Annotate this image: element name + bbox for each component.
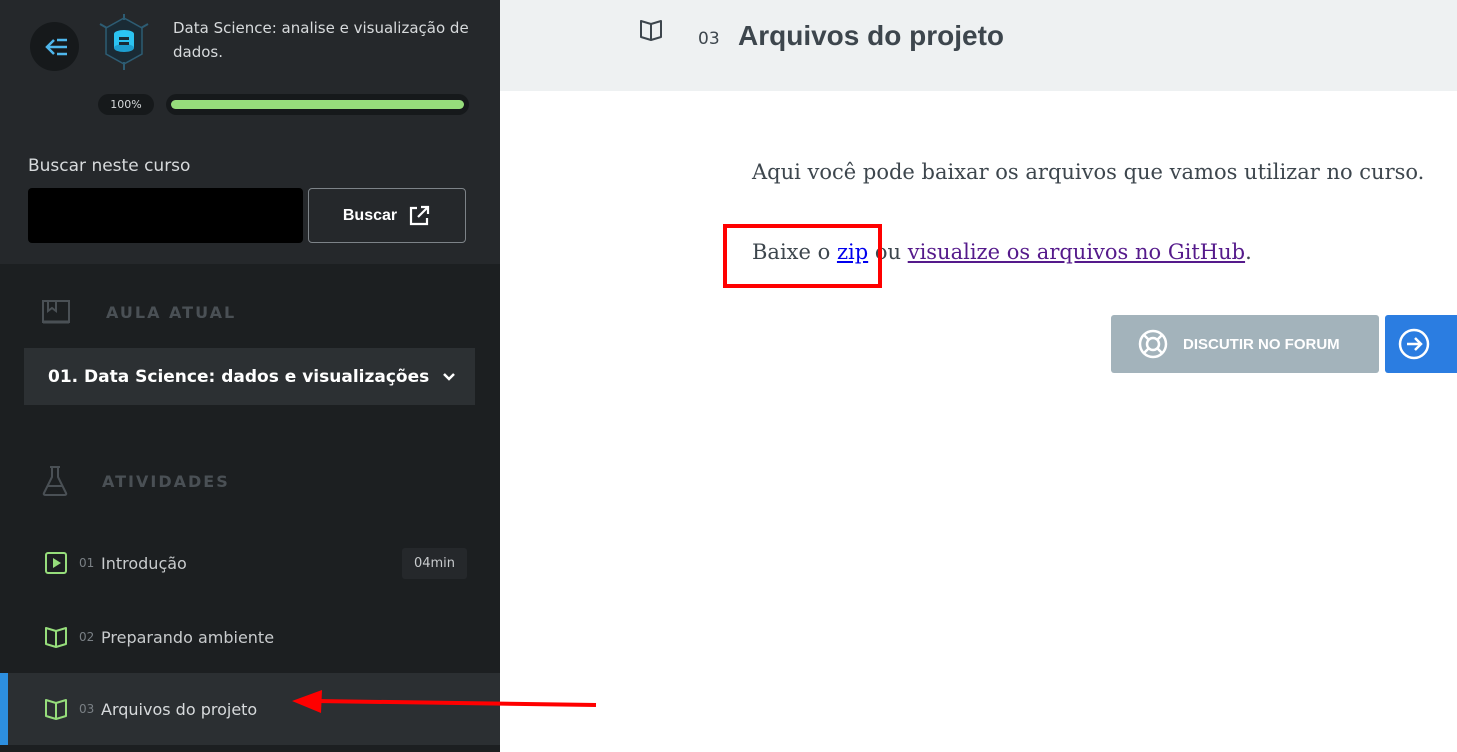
course-title: Data Science: analise e visualização de … bbox=[173, 19, 469, 61]
sidebar-header: Data Science: analise e visualização de … bbox=[0, 0, 500, 264]
book-icon bbox=[45, 627, 67, 648]
arrow-right-circle-icon bbox=[1398, 328, 1430, 360]
progress-label: 100% bbox=[98, 94, 154, 115]
arrow-back-icon bbox=[44, 38, 67, 55]
progress-fill bbox=[171, 100, 464, 109]
sidebar: Data Science: analise e visualização de … bbox=[0, 0, 500, 752]
chevron-down-icon bbox=[443, 372, 455, 381]
book-open-icon bbox=[42, 300, 70, 324]
lifebuoy-icon bbox=[1138, 329, 1168, 359]
page-title: Arquivos do projeto bbox=[738, 20, 1004, 51]
activity-number: 03 bbox=[79, 702, 95, 716]
lesson-dropdown[interactable]: 01. Data Science: dados e visualizações bbox=[24, 348, 475, 405]
back-button[interactable] bbox=[30, 22, 79, 71]
activity-header: 03 Arquivos do projeto bbox=[500, 0, 1457, 91]
lesson-dropdown-label: 01. Data Science: dados e visualizações bbox=[48, 366, 430, 387]
forum-button-label: DISCUTIR NO FORUM bbox=[1183, 335, 1340, 353]
search-label: Buscar neste curso bbox=[28, 156, 191, 176]
search-button[interactable]: Buscar bbox=[308, 188, 466, 243]
book-icon bbox=[45, 699, 67, 720]
activity-item-introducao[interactable]: 01 Introdução 04min bbox=[0, 527, 500, 599]
activity-number: 03 bbox=[698, 29, 720, 49]
external-link-icon bbox=[410, 205, 430, 225]
activity-item-arquivos-do-projeto[interactable]: 03 Arquivos do projeto bbox=[0, 673, 500, 745]
activity-number: 02 bbox=[79, 630, 95, 644]
activity-name: Introdução bbox=[101, 553, 187, 573]
progress-bar bbox=[166, 94, 469, 115]
zip-download-link[interactable]: zip bbox=[837, 240, 868, 264]
activity-name: Preparando ambiente bbox=[101, 627, 275, 647]
forum-button[interactable]: DISCUTIR NO FORUM bbox=[1111, 315, 1379, 373]
flask-icon bbox=[42, 466, 68, 496]
activity-duration: 04min bbox=[402, 547, 467, 579]
next-activity-button[interactable] bbox=[1385, 315, 1457, 373]
search-input[interactable] bbox=[28, 188, 303, 243]
course-logo bbox=[98, 14, 150, 70]
activities-heading: ATIVIDADES bbox=[40, 464, 230, 498]
current-lesson-heading: AULA ATUAL bbox=[40, 298, 236, 326]
activity-name: Arquivos do projeto bbox=[101, 699, 258, 719]
video-icon bbox=[45, 552, 67, 574]
search-button-label: Buscar bbox=[342, 206, 398, 224]
content-paragraph: Aqui você pode baixar os arquivos que va… bbox=[752, 160, 1425, 184]
content-paragraph-download: Baixe o zip ou visualize os arquivos no … bbox=[752, 240, 1252, 264]
activity-item-preparando-ambiente[interactable]: 02 Preparando ambiente bbox=[0, 601, 500, 673]
activity-number: 01 bbox=[79, 556, 95, 570]
github-link[interactable]: visualize os arquivos no GitHub bbox=[908, 240, 1245, 264]
book-icon bbox=[640, 20, 662, 41]
